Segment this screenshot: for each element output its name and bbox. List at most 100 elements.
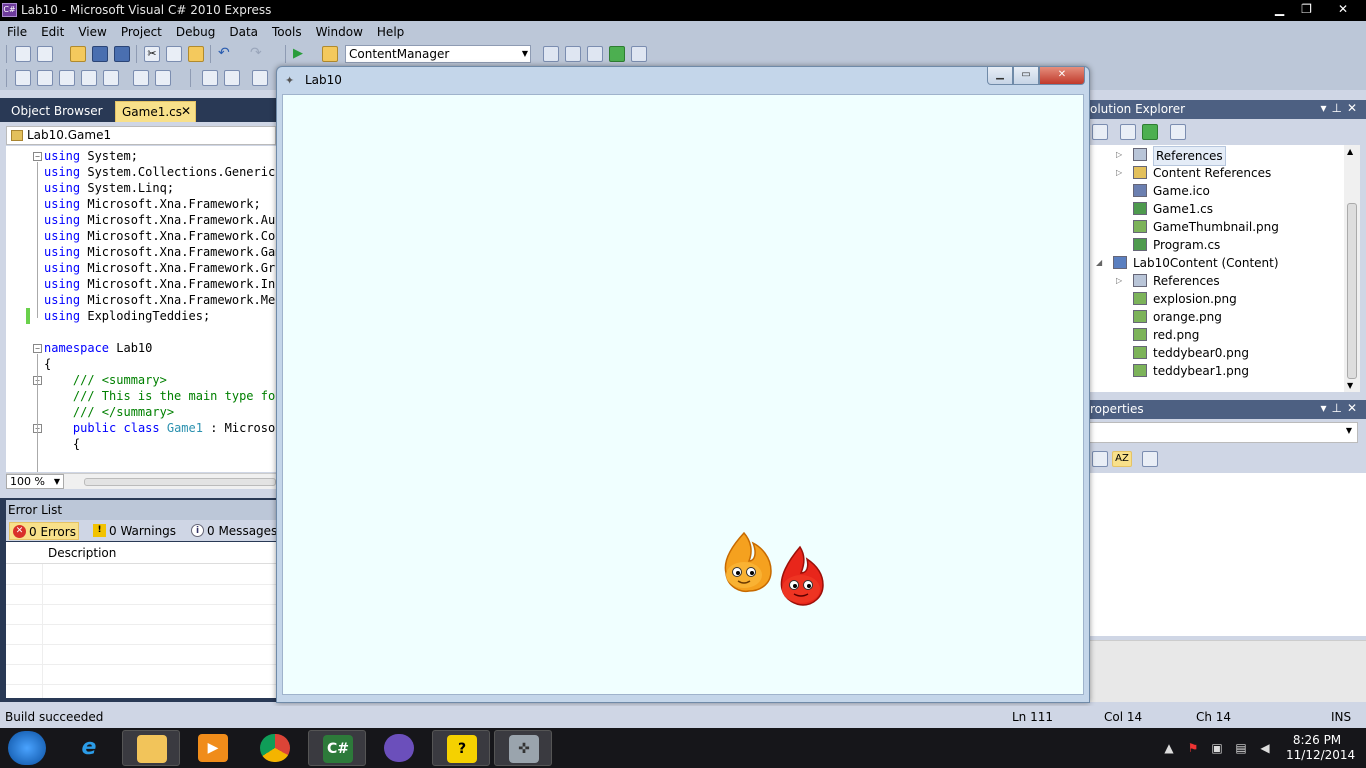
complete-word-icon[interactable] <box>81 70 97 86</box>
pin-icon[interactable]: ⊥ <box>1331 101 1346 115</box>
maximize-button[interactable]: ❐ <box>1293 0 1320 20</box>
code-line[interactable]: using Microsoft.Xna.Framework.Gra <box>44 260 276 276</box>
menu-edit[interactable]: Edit <box>34 25 71 39</box>
uncomment-icon[interactable] <box>155 70 171 86</box>
tree-item[interactable]: Game1.cs <box>1088 200 1344 218</box>
collapse-arrow-icon[interactable]: ◢ <box>1096 254 1102 272</box>
clock[interactable]: 8:26 PM 11/12/2014 <box>1286 733 1355 763</box>
file-explorer-icon[interactable] <box>122 730 180 766</box>
code-line[interactable]: using Microsoft.Xna.Framework.Gam <box>44 244 276 260</box>
collapse-region-icon[interactable]: − <box>33 152 42 161</box>
game-close-button[interactable]: ✕ <box>1039 67 1085 85</box>
close-panel-icon[interactable]: ✕ <box>1347 401 1362 415</box>
show-all-files-icon[interactable] <box>1120 124 1136 140</box>
tree-item[interactable]: teddybear0.png <box>1088 344 1344 362</box>
game-canvas[interactable] <box>282 94 1084 695</box>
code-line[interactable]: using Microsoft.Xna.Framework.Aud <box>44 212 276 228</box>
code-line[interactable]: using System.Linq; <box>44 180 174 196</box>
parameter-info-icon[interactable] <box>37 70 53 86</box>
show-hidden-icons-icon[interactable]: ▲ <box>1162 741 1176 755</box>
save-icon[interactable] <box>92 46 108 62</box>
code-editor[interactable]: using System; using System.Collections.Ge… <box>6 146 276 472</box>
error-list-table[interactable]: Description <box>6 542 280 698</box>
chevron-down-icon[interactable]: ▼ <box>522 46 528 62</box>
menu-debug[interactable]: Debug <box>169 25 222 39</box>
tree-item[interactable]: explosion.png <box>1088 290 1344 308</box>
tree-item[interactable]: Program.cs <box>1088 236 1344 254</box>
close-button[interactable]: ✕ <box>1320 0 1366 20</box>
code-line[interactable]: public class Game1 : Microsof <box>44 420 276 436</box>
bookmark-icon[interactable] <box>202 70 218 86</box>
tree-item[interactable]: ▷ References <box>1088 146 1344 166</box>
menu-help[interactable]: Help <box>370 25 411 39</box>
messages-filter-button[interactable]: i 0 Messages <box>188 522 277 540</box>
open-file-icon[interactable] <box>70 46 86 62</box>
menu-window[interactable]: Window <box>309 25 370 39</box>
start-debugging-icon[interactable]: ▶ <box>293 46 309 62</box>
ie-icon[interactable]: e <box>60 730 118 766</box>
menu-data[interactable]: Data <box>222 25 265 39</box>
object-browser-icon[interactable] <box>609 46 625 62</box>
new-project-icon[interactable] <box>15 46 31 62</box>
copy-icon[interactable] <box>166 46 182 62</box>
toolbox-icon[interactable] <box>631 46 647 62</box>
code-line[interactable]: using Microsoft.Xna.Framework; <box>44 196 261 212</box>
help-icon[interactable]: ? <box>432 730 490 766</box>
code-line[interactable]: using Microsoft.Xna.Framework.Con <box>44 228 276 244</box>
warnings-filter-button[interactable]: ! 0 Warnings <box>90 522 176 540</box>
tree-item[interactable]: Game.ico <box>1088 182 1344 200</box>
tree-item[interactable]: ▷ References <box>1088 272 1344 290</box>
media-player-icon[interactable]: ▶ <box>184 730 242 766</box>
redo-icon[interactable]: ↷ <box>250 46 266 62</box>
window-position-icon[interactable]: ▾ <box>1320 401 1331 415</box>
code-line[interactable]: /// </summary> <box>44 404 174 420</box>
add-item-icon[interactable] <box>37 46 53 62</box>
refresh-icon[interactable] <box>1142 124 1158 140</box>
errors-filter-button[interactable]: ✕ 0 Errors <box>9 522 79 540</box>
code-line[interactable]: using Microsoft.Xna.Framework.Med <box>44 292 276 308</box>
expand-arrow-icon[interactable]: ▷ <box>1116 146 1122 164</box>
code-line[interactable]: using Microsoft.Xna.Framework.Inp <box>44 276 276 292</box>
expand-arrow-icon[interactable]: ▷ <box>1116 272 1122 290</box>
device-icon[interactable]: ▣ <box>1210 741 1224 755</box>
expand-arrow-icon[interactable]: ▷ <box>1116 164 1122 182</box>
categorized-icon[interactable] <box>1092 451 1108 467</box>
tab-game1-cs[interactable]: Game1.cs ✕ <box>115 101 196 122</box>
properties-object-combo[interactable]: ▼ <box>1088 422 1358 443</box>
comment-out-icon[interactable] <box>133 70 149 86</box>
solution-tree[interactable]: ▷ References ▷ Content References Game.ico Ga… <box>1088 145 1346 392</box>
display-object-member-list-icon[interactable] <box>15 70 31 86</box>
code-line[interactable]: namespace Lab10 <box>44 340 152 356</box>
game-controller-icon[interactable]: ✜ <box>494 730 552 766</box>
menu-project[interactable]: Project <box>114 25 169 39</box>
action-center-icon[interactable]: ⚑ <box>1186 741 1200 755</box>
tree-item[interactable]: teddybear1.png <box>1088 362 1344 380</box>
volume-icon[interactable]: ◀ <box>1258 741 1272 755</box>
paste-icon[interactable] <box>188 46 204 62</box>
quick-info-icon[interactable] <box>59 70 75 86</box>
chevron-down-icon[interactable]: ▼ <box>54 475 60 488</box>
horizontal-scrollbar[interactable] <box>84 478 276 486</box>
tab-object-browser[interactable]: Object Browser <box>5 101 109 122</box>
window-position-icon[interactable]: ▾ <box>1320 101 1331 115</box>
chevron-down-icon[interactable]: ▼ <box>1346 426 1352 435</box>
chrome-icon[interactable] <box>246 730 304 766</box>
code-line[interactable]: using System; <box>44 148 138 164</box>
solution-vertical-scrollbar[interactable]: ▲ ▼ <box>1344 145 1360 392</box>
code-line[interactable]: using ExplodingTeddies; <box>44 308 210 324</box>
scroll-up-icon[interactable]: ▲ <box>1347 147 1353 156</box>
zoom-combo[interactable]: 100 % ▼ <box>6 474 64 489</box>
code-line[interactable]: { <box>44 436 80 452</box>
start-button[interactable] <box>8 731 46 765</box>
menu-view[interactable]: View <box>71 25 113 39</box>
visual-csharp-icon[interactable]: C# <box>308 730 366 766</box>
tree-item[interactable]: GameThumbnail.png <box>1088 218 1344 236</box>
scrollbar-thumb[interactable] <box>1347 203 1357 379</box>
description-column-header[interactable]: Description <box>48 546 116 560</box>
next-bookmark-icon[interactable] <box>224 70 240 86</box>
pin-icon[interactable]: ⊥ <box>1331 401 1346 415</box>
tree-item[interactable]: ◢ Lab10Content (Content) <box>1088 254 1344 272</box>
game-window[interactable]: ✦ Lab10 ▁ ▭ ✕ <box>276 66 1090 703</box>
code-line[interactable]: { <box>44 356 51 372</box>
previous-bookmark-icon[interactable] <box>252 70 268 86</box>
